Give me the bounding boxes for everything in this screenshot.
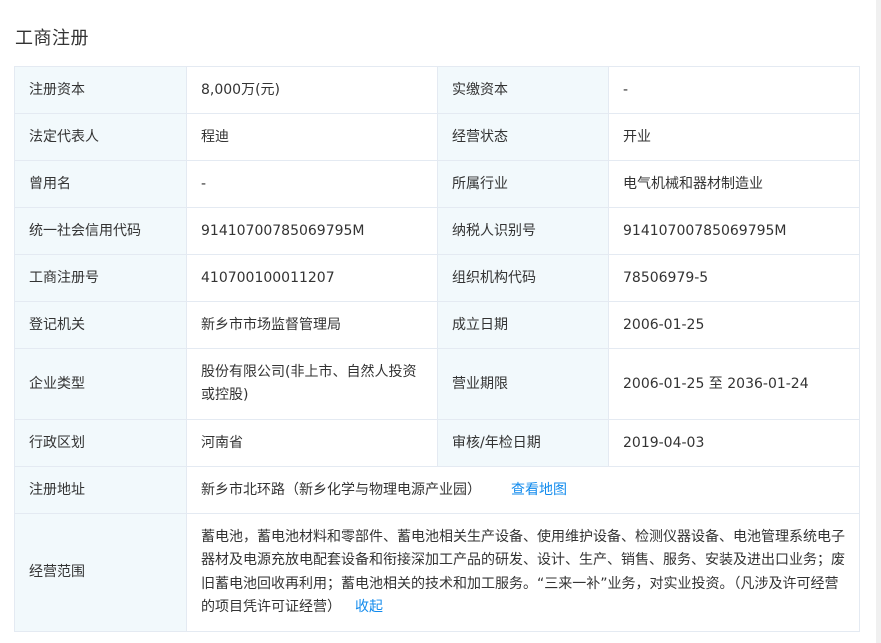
field-label: 行政区划 (14, 419, 187, 467)
field-value: 电气机械和器材制造业 (608, 160, 860, 208)
field-label: 所属行业 (437, 160, 609, 208)
field-value: 股份有限公司(非上市、自然人投资或控股) (186, 348, 438, 420)
table-row: 曾用名 - 所属行业 电气机械和器材制造业 (14, 160, 860, 208)
view-map-link[interactable]: 查看地图 (511, 482, 567, 498)
field-value: 2019-04-03 (608, 419, 860, 467)
field-label: 纳税人识别号 (437, 207, 609, 255)
field-label: 经营状态 (437, 113, 609, 161)
table-row: 注册资本 8,000万(元) 实缴资本 - (14, 66, 860, 114)
field-label: 经营范围 (14, 513, 187, 632)
table-row: 工商注册号 410700100011207 组织机构代码 78506979-5 (14, 254, 860, 302)
field-value: 河南省 (186, 419, 438, 467)
address-value: 新乡市北环路（新乡化学与物理电源产业园） (201, 481, 481, 498)
field-label: 统一社会信用代码 (14, 207, 187, 255)
field-label: 审核/年检日期 (437, 419, 609, 467)
field-label: 注册资本 (14, 66, 187, 114)
table-row: 行政区划 河南省 审核/年检日期 2019-04-03 (14, 419, 860, 467)
address-cell: 新乡市北环路（新乡化学与物理电源产业园） 查看地图 (186, 466, 860, 514)
field-value: 410700100011207 (186, 254, 438, 302)
field-label: 法定代表人 (14, 113, 187, 161)
table-row-scope: 经营范围 蓄电池，蓄电池材料和零部件、蓄电池相关生产设备、使用维护设备、检测仪器… (14, 513, 860, 632)
table-row-address: 注册地址 新乡市北环路（新乡化学与物理电源产业园） 查看地图 (14, 466, 860, 514)
field-label: 企业类型 (14, 348, 187, 420)
registration-table: 注册资本 8,000万(元) 实缴资本 - 法定代表人 程迪 经营状态 开业 曾… (14, 66, 860, 632)
field-label: 登记机关 (14, 301, 187, 349)
field-label: 成立日期 (437, 301, 609, 349)
field-value: 开业 (608, 113, 860, 161)
field-value: 2006-01-25 至 2036-01-24 (608, 348, 860, 420)
field-value: 78506979-5 (608, 254, 860, 302)
field-value: 91410700785069795M (608, 207, 860, 255)
field-value: 程迪 (186, 113, 438, 161)
field-value: - (186, 160, 438, 208)
field-value: 2006-01-25 (608, 301, 860, 349)
business-registration-panel: 工商注册 注册资本 8,000万(元) 实缴资本 - 法定代表人 程迪 经营状态… (0, 0, 881, 643)
field-label: 营业期限 (437, 348, 609, 420)
field-label: 组织机构代码 (437, 254, 609, 302)
field-value: 8,000万(元) (186, 66, 438, 114)
table-row: 统一社会信用代码 91410700785069795M 纳税人识别号 91410… (14, 207, 860, 255)
field-label: 工商注册号 (14, 254, 187, 302)
table-row: 法定代表人 程迪 经营状态 开业 (14, 113, 860, 161)
field-value: 新乡市市场监督管理局 (186, 301, 438, 349)
section-title: 工商注册 (15, 28, 89, 49)
business-scope-cell: 蓄电池，蓄电池材料和零部件、蓄电池相关生产设备、使用维护设备、检测仪器设备、电池… (186, 513, 860, 632)
field-value: - (608, 66, 860, 114)
scrollbar-track[interactable] (876, 0, 881, 643)
field-value: 91410700785069795M (186, 207, 438, 255)
collapse-link[interactable]: 收起 (355, 599, 383, 615)
table-row: 登记机关 新乡市市场监督管理局 成立日期 2006-01-25 (14, 301, 860, 349)
field-label: 曾用名 (14, 160, 187, 208)
field-label: 注册地址 (14, 466, 187, 514)
table-row: 企业类型 股份有限公司(非上市、自然人投资或控股) 营业期限 2006-01-2… (14, 348, 860, 420)
business-scope-text: 蓄电池，蓄电池材料和零部件、蓄电池相关生产设备、使用维护设备、检测仪器设备、电池… (201, 528, 845, 616)
field-label: 实缴资本 (437, 66, 609, 114)
